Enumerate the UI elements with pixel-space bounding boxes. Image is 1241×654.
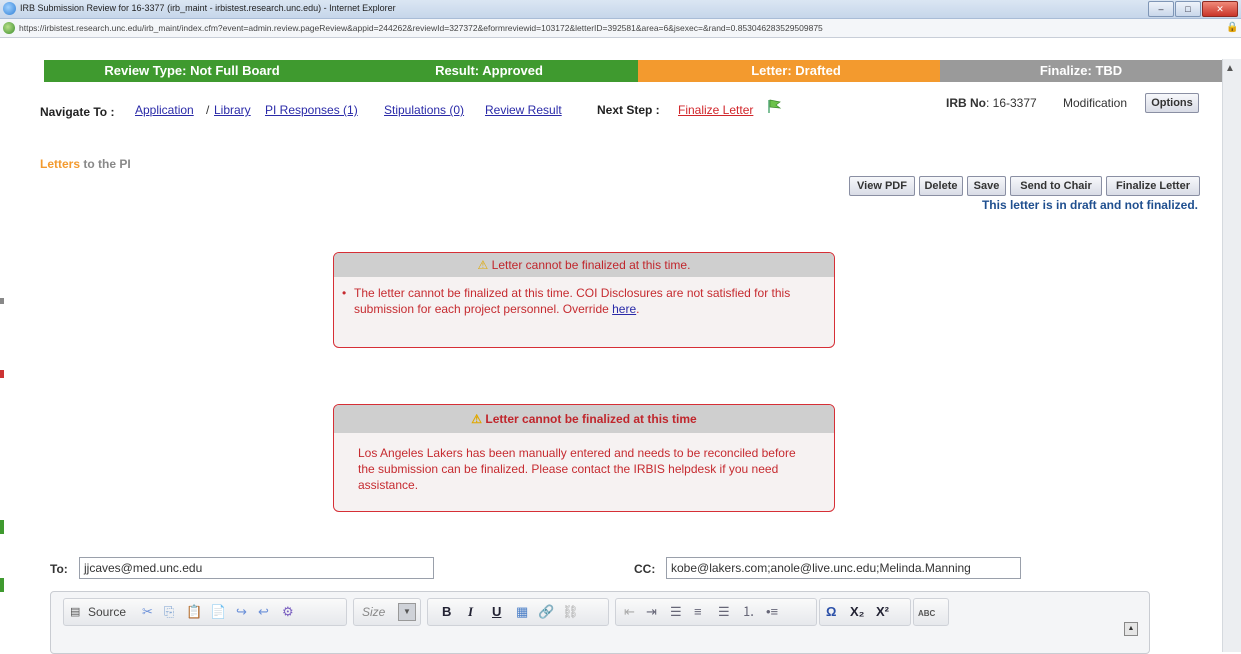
flag-icon (766, 98, 782, 119)
site-icon (3, 22, 15, 34)
scroll-up-icon[interactable]: ▲ (1225, 63, 1235, 74)
save-button[interactable]: Save (967, 176, 1006, 196)
finalize-letter-button[interactable]: Finalize Letter (1106, 176, 1200, 196)
align-left-icon[interactable]: ☰ (670, 604, 682, 620)
toolbar-group-insert: Ω X₂ X² (819, 598, 911, 626)
chevron-down-icon[interactable]: ▼ (398, 603, 416, 621)
cut-icon[interactable]: ✂ (142, 604, 153, 620)
navigate-row: Navigate To : (40, 103, 114, 121)
close-button[interactable]: ✕ (1202, 1, 1238, 17)
nav-separator: / (206, 103, 210, 117)
toolbar-group-paragraph: ⇤ ⇥ ☰ ≡ ☰ ⒈ •≡ (615, 598, 817, 626)
irb-number: IRB No: 16-3377 (946, 96, 1037, 110)
alert-suffix: . (636, 302, 640, 316)
workflow-steps: Review Type: Not Full Board Result: Appr… (44, 60, 1222, 82)
find-replace-icon[interactable]: ⚙ (282, 604, 294, 620)
override-link[interactable]: here (612, 302, 636, 316)
toolbar-group-clipboard: ▤ Source ✂ ⎘ 📋 📄 ↪ ↩ ⚙ (63, 598, 347, 626)
submission-type: Modification (1063, 96, 1128, 110)
cc-field[interactable]: kobe@lakers.com;anole@live.unc.edu;Melin… (666, 557, 1021, 579)
align-right-icon[interactable]: ☰ (718, 604, 730, 620)
alert-message: Los Angeles Lakers has been manually ent… (358, 446, 796, 492)
outdent-icon[interactable]: ⇤ (624, 604, 635, 620)
numbered-list-icon[interactable]: ⒈ (742, 604, 755, 620)
to-field[interactable]: jjcaves@med.unc.edu (79, 557, 434, 579)
step-review-type: Review Type: Not Full Board (44, 60, 340, 82)
size-select[interactable]: Size (362, 604, 385, 620)
view-pdf-button[interactable]: View PDF (849, 176, 915, 196)
bold-button[interactable]: B (442, 604, 451, 620)
alert-message: The letter cannot be finalized at this t… (354, 286, 791, 316)
table-icon[interactable]: ▦ (516, 604, 528, 620)
italic-button[interactable]: I (468, 604, 473, 620)
letter-editor[interactable]: ▤ Source ✂ ⎘ 📋 📄 ↪ ↩ ⚙ Size ▼ B I U ▦ 🔗 … (50, 591, 1150, 654)
spellcheck-button[interactable]: ABC (918, 606, 935, 622)
special-char-button[interactable]: Ω (826, 604, 836, 620)
section-title: Letters to the PI (40, 157, 131, 171)
toolbar-group-format: B I U ▦ 🔗 ⛓ (427, 598, 609, 626)
library-link[interactable]: Library (214, 103, 251, 117)
align-center-icon[interactable]: ≡ (694, 604, 702, 620)
application-link[interactable]: Application (135, 103, 194, 117)
toolbar-group-spell: ABC (913, 598, 949, 626)
undo-icon[interactable]: ↩ (258, 604, 269, 620)
finalize-letter-link[interactable]: Finalize Letter (678, 103, 753, 117)
navigate-label: Navigate To : (40, 105, 115, 119)
next-step-label: Next Step : (597, 103, 660, 117)
step-result: Result: Approved (326, 60, 652, 82)
alert-title: Letter cannot be finalized at this time. (491, 258, 691, 272)
pi-responses-link[interactable]: PI Responses (1) (265, 103, 358, 117)
cc-label: CC: (634, 562, 656, 576)
to-label: To: (50, 562, 68, 576)
bullet: • (342, 286, 347, 300)
left-edge-mark (0, 370, 4, 378)
superscript-button[interactable]: X² (876, 604, 889, 620)
window-titlebar: IRB Submission Review for 16-3377 (irb_m… (0, 0, 1241, 19)
alert-header: ⚠ Letter cannot be finalized at this tim… (334, 405, 834, 433)
url-text[interactable]: https://irbistest.research.unc.edu/irb_m… (19, 23, 823, 33)
address-bar[interactable]: https://irbistest.research.unc.edu/irb_m… (0, 19, 1241, 38)
source-icon[interactable]: ▤ (70, 604, 80, 620)
unlink-icon[interactable]: ⛓ (562, 604, 579, 620)
delete-button[interactable]: Delete (919, 176, 963, 196)
left-edge-mark (0, 520, 4, 534)
bulleted-list-icon[interactable]: •≡ (766, 604, 778, 620)
underline-button[interactable]: U (492, 604, 501, 620)
step-letter: Letter: Drafted (638, 60, 954, 82)
redo-icon[interactable]: ↪ (236, 604, 247, 620)
alert-manual-entry: ⚠ Letter cannot be finalized at this tim… (333, 404, 835, 512)
alert-coi: ⚠ Letter cannot be finalized at this tim… (333, 252, 835, 348)
maximize-button[interactable]: □ (1175, 1, 1201, 17)
minimize-button[interactable]: – (1148, 1, 1174, 17)
alert-header: ⚠ Letter cannot be finalized at this tim… (334, 253, 834, 277)
ie-icon (3, 2, 16, 15)
left-edge-mark (0, 578, 4, 592)
left-edge-mark (0, 298, 4, 304)
vertical-scrollbar[interactable]: ▲ (1222, 59, 1241, 652)
draft-status-text: This letter is in draft and not finalize… (981, 198, 1198, 212)
send-to-chair-button[interactable]: Send to Chair (1010, 176, 1102, 196)
window-title: IRB Submission Review for 16-3377 (irb_m… (20, 3, 396, 13)
review-result-link[interactable]: Review Result (485, 103, 562, 117)
collapse-toolbar-icon[interactable]: ▲ (1124, 622, 1138, 636)
warning-icon: ⚠ (477, 258, 489, 272)
toolbar-group-size: Size ▼ (353, 598, 421, 626)
indent-icon[interactable]: ⇥ (646, 604, 657, 620)
stipulations-link[interactable]: Stipulations (0) (384, 103, 464, 117)
step-finalize: Finalize: TBD (940, 60, 1222, 82)
source-button[interactable]: Source (88, 604, 126, 620)
alert-body: • The letter cannot be finalized at this… (334, 277, 834, 317)
link-icon[interactable]: 🔗 (538, 604, 554, 620)
copy-icon[interactable]: ⎘ (164, 604, 174, 620)
paste-icon[interactable]: 📋 (186, 604, 202, 620)
lock-icon: 🔒 (1226, 22, 1239, 33)
paste-word-icon[interactable]: 📄 (210, 604, 226, 620)
subscript-button[interactable]: X₂ (850, 604, 864, 620)
alert-title: Letter cannot be finalized at this time (485, 412, 697, 426)
warning-icon: ⚠ (471, 412, 483, 426)
options-button[interactable]: Options (1145, 93, 1199, 113)
